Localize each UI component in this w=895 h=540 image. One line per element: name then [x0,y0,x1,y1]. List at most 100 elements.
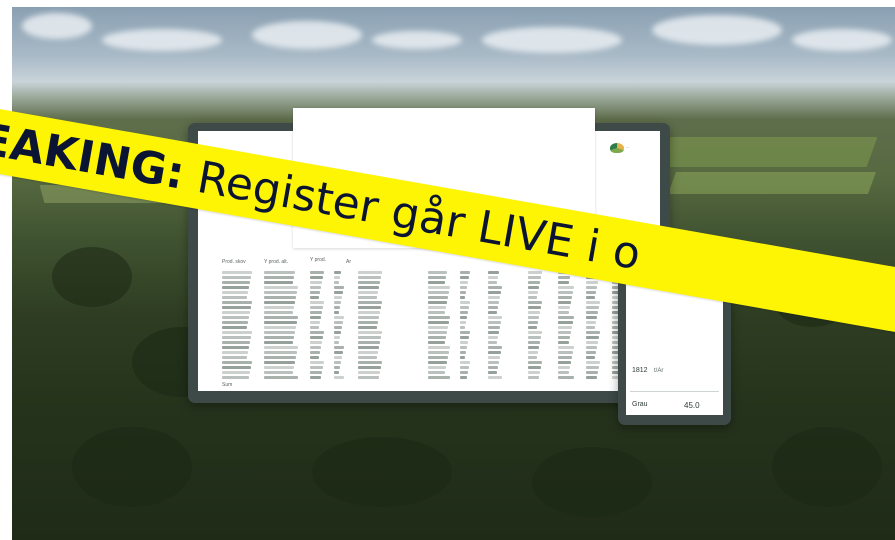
table-cell [222,346,249,349]
table-cell [488,361,499,364]
table-cell [528,286,539,289]
table-cell [334,366,340,369]
cloud [22,13,92,39]
table-cell [460,331,470,334]
table-cell [358,351,378,354]
table-cell [488,376,502,379]
table-cell [310,346,321,349]
table-cell [428,291,449,294]
table-cell [558,376,574,379]
table-cell [528,371,540,374]
table-cell [528,331,542,334]
table-cell [358,311,380,314]
table-cell [222,321,248,324]
table-cell [222,341,250,344]
table-cell [334,341,339,344]
table-cell [488,316,502,319]
table-cell [358,346,379,349]
table-cell [558,346,574,349]
table-cell [222,376,249,379]
table-cell [334,336,340,339]
table-cell [310,371,322,374]
table-cell [428,321,449,324]
table-cell [264,371,293,374]
table-cell [310,296,319,299]
table-cell [264,311,293,314]
table-cell [586,341,598,344]
table-cell [428,296,448,299]
table-cell [334,311,339,314]
table-cell [310,271,324,274]
table-cell [460,371,468,374]
table-cell [358,331,382,334]
table-cell [358,296,377,299]
table-cell [488,276,498,279]
table-cell [222,316,249,319]
table-cell [334,276,340,279]
table-cell [528,291,538,294]
table-cell [334,321,343,324]
divider [630,391,719,392]
table-cell [334,291,343,294]
table-cell [488,296,500,299]
table-cell [460,376,467,379]
table-cell [264,306,294,309]
table-cell [428,271,447,274]
table-cell [428,371,445,374]
table-cell [310,276,323,279]
table-cell [222,361,252,364]
table-cell [586,361,600,364]
cloud [252,21,362,49]
table-cell [586,301,600,304]
table-cell [488,341,497,344]
table-cell [528,336,541,339]
table-cell [460,356,465,359]
table-cell [460,301,470,304]
table-cell [528,306,541,309]
table-cell [334,361,341,364]
table-cell [586,351,596,354]
table-cell [358,321,378,324]
table-cell [586,356,595,359]
table-cell [586,296,595,299]
table-cell [460,316,467,319]
table-cell [334,371,339,374]
table-cell [558,361,571,364]
table-cell [222,366,251,369]
table-cell [334,351,343,354]
table-cell [488,301,499,304]
table-cell [528,311,540,314]
table-cell [460,351,466,354]
table-cell [586,316,597,319]
table-cell [586,336,599,339]
table-cell [488,326,500,329]
table-cell [428,351,449,354]
table-cell [334,281,339,284]
table-cell [334,296,342,299]
table-cell [310,326,319,329]
table-footer-label: Sum [222,382,233,388]
table-cell [558,356,572,359]
table-cell [558,311,569,314]
table-cell [558,366,570,369]
table-cell [264,336,294,339]
tree [772,427,882,507]
table-cell [264,321,297,324]
table-cell [460,276,469,279]
table-cell [558,316,574,319]
table-cell [358,366,381,369]
table-cell [586,306,599,309]
table-cell [428,306,446,309]
table-cell [428,346,450,349]
table-cell [310,316,321,319]
table-cell [586,326,595,329]
table-cell [428,366,446,369]
table-cell [358,361,382,364]
table-cell [310,376,321,379]
table-cell [310,361,324,364]
table-cell [528,276,541,279]
table-cell [586,311,598,314]
table-cell [586,376,597,379]
table-cell [264,281,293,284]
table-cell [460,281,468,284]
